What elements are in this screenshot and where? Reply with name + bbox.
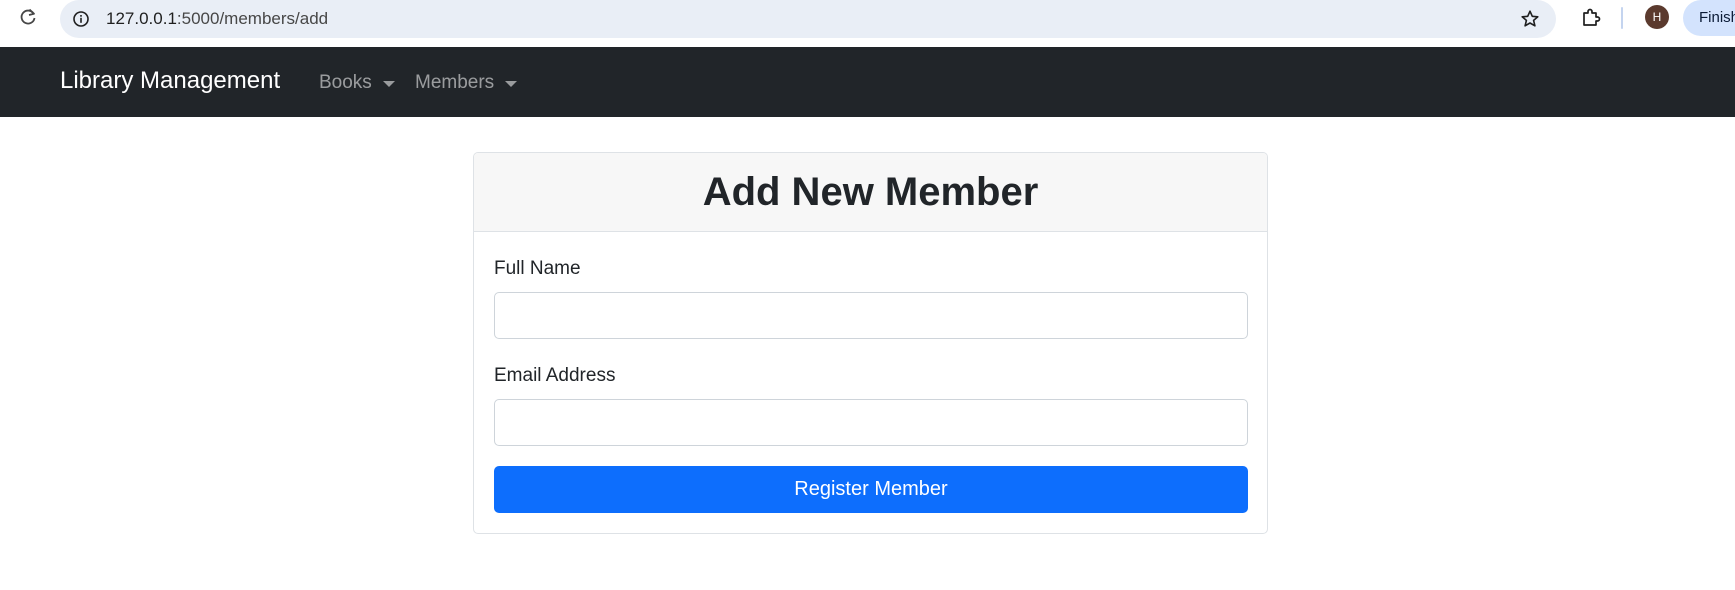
url-path: :5000/members/add <box>176 9 329 28</box>
profile-avatar[interactable]: H <box>1645 5 1669 29</box>
profile-chip[interactable]: Finish <box>1683 0 1735 36</box>
register-member-button[interactable]: Register Member <box>494 466 1248 513</box>
caret-down-icon <box>382 81 395 87</box>
toolbar-divider <box>1621 7 1623 29</box>
full-name-field[interactable] <box>494 292 1248 339</box>
navbar-brand[interactable]: Library Management <box>60 67 280 95</box>
caret-down-icon <box>505 81 518 87</box>
url-host: 127.0.0.1 <box>106 9 177 28</box>
puzzle-icon[interactable] <box>1578 5 1604 31</box>
star-icon[interactable] <box>1518 7 1542 31</box>
navbar: Library Management Books Members <box>0 47 1735 117</box>
url-text[interactable]: 127.0.0.1:5000/members/add <box>106 9 328 29</box>
nav-dropdown-members[interactable]: Members <box>415 72 518 94</box>
card-header: Add New Member <box>474 153 1267 232</box>
email-label: Email Address <box>494 365 616 386</box>
reload-icon[interactable] <box>16 5 40 29</box>
nav-dropdown-books[interactable]: Books <box>319 72 395 94</box>
page-title: Add New Member <box>702 169 1039 214</box>
browser-toolbar: 127.0.0.1:5000/members/add H Finish <box>0 0 1735 47</box>
full-name-label: Full Name <box>494 258 581 279</box>
add-member-card: Add New Member Full Name Email Address R… <box>473 152 1268 534</box>
nav-books-label: Books <box>319 72 372 93</box>
address-bar[interactable]: 127.0.0.1:5000/members/add <box>60 0 1556 38</box>
info-icon[interactable] <box>70 8 92 30</box>
nav-members-label: Members <box>415 72 495 93</box>
email-field[interactable] <box>494 399 1248 446</box>
